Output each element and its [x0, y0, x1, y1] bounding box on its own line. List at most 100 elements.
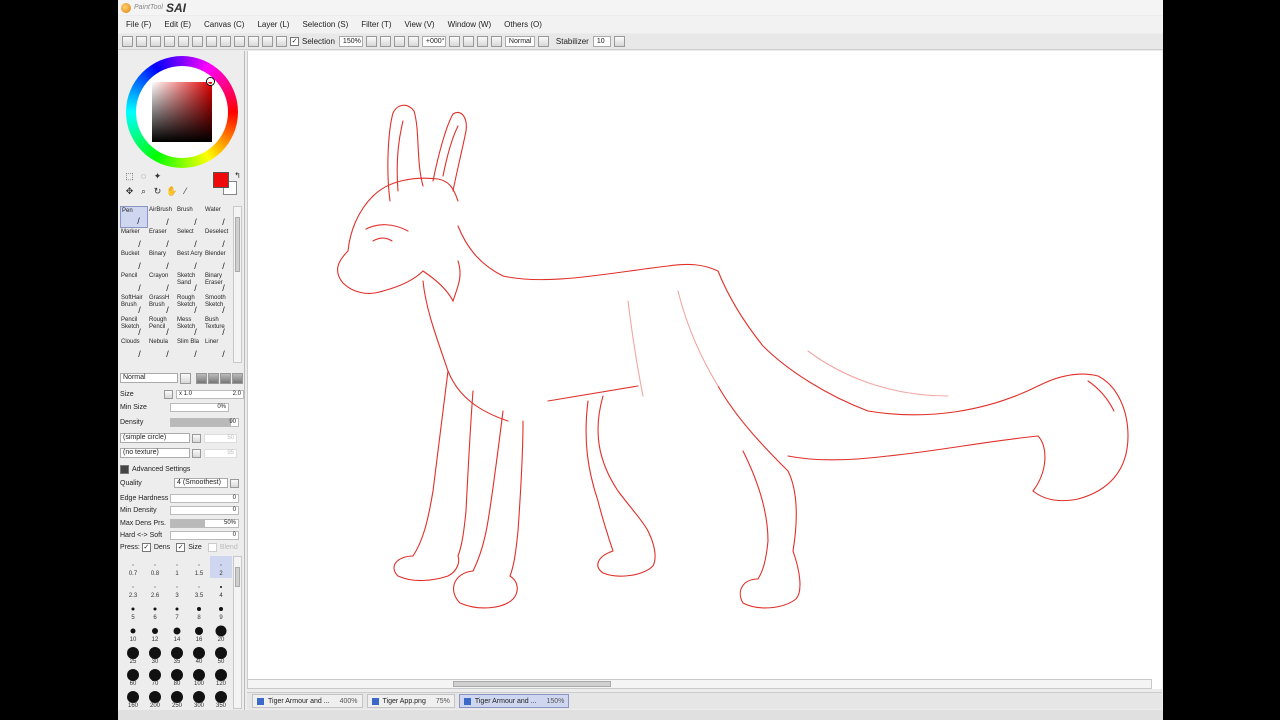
menu-item-8[interactable]: Others (O) [504, 20, 542, 29]
tool-binary[interactable]: Binary / [148, 250, 176, 272]
advanced-settings-toggle[interactable] [120, 464, 129, 474]
pressure-blend-checkbox[interactable] [207, 542, 217, 552]
brush-size-preset[interactable]: 3 [166, 578, 188, 600]
document-tab[interactable]: Tiger App.png 75% [366, 694, 455, 708]
rect-select-icon[interactable]: ⬚ [124, 171, 135, 182]
selection-checkbox[interactable]: ✓ [290, 37, 299, 46]
toolbar-button-4[interactable] [164, 36, 175, 47]
zoom-in-button[interactable] [379, 36, 391, 47]
blend-mode-field[interactable]: Normal [504, 36, 535, 47]
tool-nebula[interactable]: Nebula / [148, 338, 176, 360]
brush-size-preset[interactable]: 14 [166, 622, 188, 644]
tool-crayon[interactable]: Crayon / [148, 272, 176, 294]
brush-size-preset[interactable]: 300 [188, 688, 210, 710]
tool-slim-bla[interactable]: Slim Bla / [176, 338, 204, 360]
hand-icon[interactable]: ✋ [166, 186, 177, 197]
tool-binary-eraser[interactable]: Binary Eraser / [204, 272, 232, 294]
tool-mess-sketch[interactable]: Mess Sketch / [176, 316, 204, 338]
tool-water[interactable]: Water / [204, 206, 232, 228]
tool-deselect[interactable]: Deselect / [204, 228, 232, 250]
tool-liner[interactable]: Liner / [204, 338, 232, 360]
brush-size-preset[interactable]: 2.6 [144, 578, 166, 600]
tool-sketch-sand[interactable]: Sketch Sand / [176, 272, 204, 294]
toolbar-button-11[interactable] [262, 36, 273, 47]
brush-edge-3[interactable] [220, 372, 231, 384]
brush-size-preset[interactable]: 7 [166, 600, 188, 622]
rotation-field[interactable]: +000° [421, 36, 446, 47]
tool-rough-sketch[interactable]: Rough Sketch / [176, 294, 204, 316]
toolbar-button-12[interactable] [276, 36, 287, 47]
brush-size-preset[interactable]: 25 [122, 644, 144, 666]
tool-grid-scrollbar[interactable] [233, 206, 242, 363]
tool-eraser[interactable]: Eraser / [148, 228, 176, 250]
menu-item-3[interactable]: Layer (L) [257, 20, 289, 29]
brush-size-preset[interactable]: 30 [144, 644, 166, 666]
tool-best-acry[interactable]: Best Acry / [176, 250, 204, 272]
tool-rough-pencil[interactable]: Rough Pencil / [148, 316, 176, 338]
brush-size-preset[interactable]: 20 [210, 622, 232, 644]
brush-size-preset[interactable]: 350 [210, 688, 232, 710]
max-density-slider[interactable]: 50% [170, 518, 239, 528]
quality-dropdown-button[interactable] [230, 478, 239, 488]
brush-size-preset[interactable]: 5 [122, 600, 144, 622]
edge-hardness-slider[interactable]: 0 [170, 493, 239, 503]
brush-size-preset[interactable]: 9 [210, 600, 232, 622]
tool-bucket[interactable]: Bucket / [120, 250, 148, 272]
menu-item-4[interactable]: Selection (S) [302, 20, 348, 29]
magic-wand-icon[interactable]: ✦ [152, 171, 163, 182]
tool-bush-texture[interactable]: Bush Texture / [204, 316, 232, 338]
drawing-canvas[interactable] [247, 51, 1162, 689]
brush-edge-4[interactable] [232, 372, 243, 384]
brush-size-preset[interactable]: 50 [210, 644, 232, 666]
hue-marker-icon[interactable] [207, 78, 214, 85]
brush-size-preset[interactable]: 3.5 [188, 578, 210, 600]
toolbar-button-10[interactable] [248, 36, 259, 47]
move-icon[interactable]: ✥ [124, 186, 135, 197]
min-size-slider[interactable]: 0% [170, 402, 229, 412]
brush-shape-dropdown[interactable]: (simple circle) [120, 433, 190, 443]
document-tab[interactable]: Tiger Armour and ... 150% [458, 694, 570, 708]
toolbar-button-8[interactable] [220, 36, 231, 47]
tool-airbrush[interactable]: AirBrush / [148, 206, 176, 228]
brush-size-preset[interactable]: 12 [144, 622, 166, 644]
brush-texture-strength[interactable]: 95 [204, 448, 237, 458]
rotation-dropdown-button[interactable] [448, 36, 460, 47]
tool-pen[interactable]: Pen / [120, 206, 148, 228]
brush-size-preset[interactable]: 1.5 [188, 556, 210, 578]
tool-marker[interactable]: Marker / [120, 228, 148, 250]
zoom-dropdown-button[interactable] [365, 36, 377, 47]
stabilizer-dropdown-button[interactable] [613, 36, 625, 47]
color-wheel[interactable] [126, 56, 238, 168]
brush-size-preset[interactable]: 16 [188, 622, 210, 644]
tool-pencil-sketch[interactable]: Pencil Sketch / [120, 316, 148, 338]
min-density-slider[interactable]: 0 [170, 505, 239, 515]
zoom-reset-button[interactable] [407, 36, 419, 47]
toolbar-button-2[interactable] [136, 36, 147, 47]
pressure-density-checkbox[interactable]: ✓ [141, 542, 151, 552]
tool-grid-scrollbar-thumb[interactable] [235, 217, 240, 272]
size-field[interactable]: x 1.0 2.0 [176, 389, 244, 399]
rotate-left-button[interactable] [462, 36, 474, 47]
brush-size-preset[interactable]: 8 [188, 600, 210, 622]
rotate-reset-button[interactable] [490, 36, 502, 47]
menu-item-7[interactable]: Window (W) [448, 20, 492, 29]
brush-size-preset[interactable]: 200 [144, 688, 166, 710]
rotate-icon[interactable]: ↻ [152, 186, 163, 197]
brush-shape-dropdown-button[interactable] [192, 433, 201, 443]
toolbar-button-9[interactable] [234, 36, 245, 47]
brush-size-preset[interactable]: 6 [144, 600, 166, 622]
brush-size-preset[interactable]: 4 [210, 578, 232, 600]
brush-size-preset[interactable]: 60 [122, 666, 144, 688]
brush-texture-dropdown-button[interactable] [192, 448, 201, 458]
brush-size-preset[interactable]: 2.3 [122, 578, 144, 600]
rotate-right-button[interactable] [476, 36, 488, 47]
toolbar-button-3[interactable] [150, 36, 161, 47]
tool-smooth-sketch[interactable]: Smooth Sketch / [204, 294, 232, 316]
menu-item-5[interactable]: Filter (T) [361, 20, 391, 29]
tool-grassh-brush[interactable]: GrassH Brush / [148, 294, 176, 316]
zoom-field[interactable]: 150% [338, 36, 363, 47]
blend-mode-dropdown-button[interactable] [537, 36, 549, 47]
brush-edge-1[interactable] [196, 372, 207, 384]
swap-colors-icon[interactable]: ↰ [232, 170, 243, 181]
pressure-size-checkbox[interactable]: ✓ [176, 542, 186, 552]
